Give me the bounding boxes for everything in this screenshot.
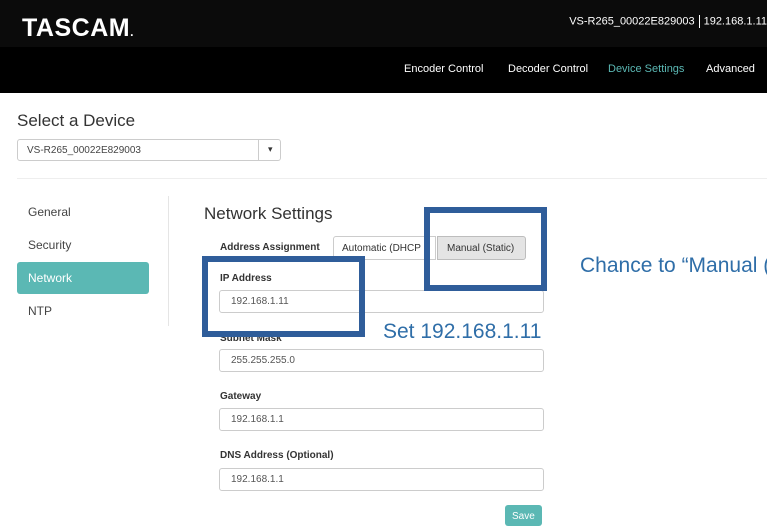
brand-name: TASCAM [22,14,131,42]
address-assignment-label: Address Assignment [220,242,320,253]
sidebar-item-general[interactable]: General [17,196,149,228]
nav-advanced[interactable]: Advanced [706,63,755,75]
device-info: VS-R265_00022E829003 192.168.1.11 [569,15,767,28]
gateway-input[interactable]: 192.168.1.1 [219,408,544,431]
nav-decoder-control[interactable]: Decoder Control [508,63,588,75]
automatic-dhcp-label: Automatic (DHCP [342,243,421,254]
sidebar-item-label: Network [28,271,73,285]
ip-annotation: Set 192.168.1.11 [383,320,542,343]
select-device-title: Select a Device [17,111,136,130]
divider [258,140,259,160]
save-button[interactable]: Save [505,505,542,526]
nav-encoder-control[interactable]: Encoder Control [404,63,484,75]
dns-address-label: DNS Address (Optional) [220,450,334,461]
sidebar-item-ntp[interactable]: NTP [17,295,149,327]
device-ip-label: 192.168.1.11 [703,15,767,28]
device-select[interactable]: VS-R265_00022E829003 ▾ [17,139,281,161]
manual-static-annotation: Chance to “Manual (Static)” [580,254,767,277]
device-select-value: VS-R265_00022E829003 [27,145,141,156]
dns-address-value: 192.168.1.1 [231,474,284,485]
nav-device-settings[interactable]: Device Settings [608,63,684,75]
gateway-label: Gateway [220,391,262,402]
save-label: Save [512,511,535,522]
sidebar-item-security[interactable]: Security [17,229,149,261]
network-settings-title: Network Settings [204,204,333,223]
brand-mark: . [130,25,134,39]
divider [698,15,700,28]
brand-logo: TASCAM. [22,14,134,43]
subnet-mask-value: 255.255.255.0 [231,355,295,366]
gateway-value: 192.168.1.1 [231,414,284,425]
chevron-down-icon[interactable]: ▾ [268,144,273,155]
device-name-label: VS-R265_00022E829003 [569,15,695,28]
sidebar-item-label: Security [28,238,72,252]
main-nav: Encoder Control Decoder Control Device S… [0,47,767,93]
subnet-mask-input[interactable]: 255.255.255.0 [219,349,544,372]
top-bar: TASCAM. VS-R265_00022E829003 192.168.1.11 [0,0,767,47]
ip-address-highlight-box [202,256,365,337]
manual-static-highlight-box [424,207,547,291]
sidebar-item-network[interactable]: Network [17,262,149,294]
divider [168,196,169,326]
dns-address-input[interactable]: 192.168.1.1 [219,468,544,491]
sidebar-item-label: General [28,205,71,219]
divider [17,178,767,179]
sidebar-item-label: NTP [28,304,52,318]
manual-annotation-clip: Chance to “Manual (Static)” [580,252,767,284]
